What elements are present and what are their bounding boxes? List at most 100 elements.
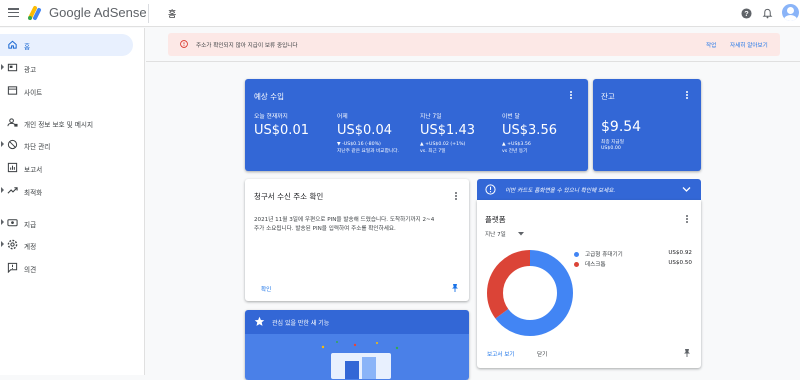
balance-card: 잔고 $9.54 최종 지급일 US$0.00 bbox=[593, 79, 701, 171]
chevron-down-icon[interactable] bbox=[682, 186, 691, 193]
earnings-card-title: 예상 수입 bbox=[254, 92, 284, 101]
expand-caret-icon[interactable] bbox=[1, 241, 4, 247]
date-range-dropdown[interactable]: 지난 7일 bbox=[485, 229, 530, 239]
sidebar-item-label: 계정 bbox=[24, 243, 37, 251]
adsense-logo-icon bbox=[28, 6, 41, 20]
star-icon bbox=[254, 316, 265, 326]
error-icon bbox=[180, 40, 188, 48]
help-icon[interactable]: ? bbox=[741, 8, 752, 19]
reports-icon bbox=[7, 162, 18, 173]
more-options-icon[interactable] bbox=[569, 91, 573, 102]
header-divider bbox=[148, 4, 149, 23]
platform-banner-text: 이번 카드도 홈화면을 수 있으니 확인해 보세요. bbox=[505, 188, 616, 194]
earnings-label: 지난 7일 bbox=[420, 114, 442, 120]
page-title: 홈 bbox=[168, 10, 177, 20]
earnings-label: 어제 bbox=[337, 114, 348, 120]
balance-value: $9.54 bbox=[601, 119, 642, 135]
sidebar-item-reports[interactable]: 보고서 bbox=[0, 157, 133, 179]
earnings-value: US$0.01 bbox=[254, 123, 309, 138]
account-settings-icon bbox=[7, 239, 18, 250]
last-payment-value: US$0.00 bbox=[601, 146, 621, 151]
more-options-icon[interactable] bbox=[685, 215, 689, 226]
earnings-label: 이번 달 bbox=[502, 114, 520, 120]
sidebar-item-privacy[interactable]: 개인 정보 보호 및 메시지 bbox=[0, 112, 133, 134]
privacy-icon bbox=[7, 118, 18, 127]
expand-caret-icon[interactable] bbox=[1, 187, 4, 193]
last-payment-label: 최종 지급일 bbox=[601, 140, 625, 145]
features-illustration-art bbox=[321, 341, 399, 379]
payments-icon bbox=[7, 219, 18, 227]
sidebar-item-label: 최적화 bbox=[24, 189, 43, 197]
sidebar-item-optimization[interactable]: 최적화 bbox=[0, 180, 133, 202]
pin-icon[interactable] bbox=[451, 283, 459, 292]
earnings-value: US$1.43 bbox=[420, 123, 475, 138]
platform-legend: 고급형 휴대기기 US$0.92 데스크톱 US$0.50 bbox=[574, 250, 692, 270]
alert-action-link[interactable]: 작업 bbox=[706, 41, 716, 49]
legend-item: 고급형 휴대기기 US$0.92 bbox=[574, 250, 692, 260]
content-divider bbox=[146, 61, 800, 62]
top-app-bar: Google AdSense 홈 ? bbox=[0, 0, 800, 27]
menu-icon[interactable] bbox=[8, 8, 19, 18]
legend-label: 데스크톱 bbox=[585, 262, 606, 268]
new-features-card: 관심 있을 만한 새 기능 bbox=[245, 310, 469, 380]
sidebar-item-label: 홈 bbox=[24, 43, 31, 51]
earnings-this-month: 이번 달 US$3.56 ▲ +US$3.56 vs 전년 동기 bbox=[502, 111, 587, 155]
sidebar-item-payments[interactable]: 지급 bbox=[0, 212, 133, 234]
address-card-title: 청구서 수신 주소 확인 bbox=[254, 192, 324, 201]
expand-caret-icon[interactable] bbox=[1, 141, 4, 147]
sidebar-item-label: 사이트 bbox=[24, 89, 43, 97]
alert-learn-more-link[interactable]: 자세히 알아보기 bbox=[730, 41, 768, 49]
sidebar-item-blocking[interactable]: 차단 관리 bbox=[0, 134, 133, 156]
product-name[interactable]: Google AdSense bbox=[49, 5, 147, 20]
features-illustration bbox=[245, 334, 469, 380]
pin-icon[interactable] bbox=[683, 348, 691, 357]
earnings-value: US$3.56 bbox=[502, 123, 557, 138]
payment-hold-alert: 주소가 확인되지 않아 지급이 보류 중입니다 작업 자세히 알아보기 bbox=[168, 33, 780, 56]
platform-info-banner[interactable]: 이번 카드도 홈화면을 수 있으니 확인해 보세요. bbox=[477, 179, 701, 200]
sidebar-item-ads[interactable]: 광고 bbox=[0, 57, 133, 79]
notifications-icon[interactable] bbox=[762, 8, 773, 19]
sidebar-item-label: 광고 bbox=[24, 66, 37, 74]
block-icon bbox=[7, 139, 18, 150]
sidebar-item-sites[interactable]: 사이트 bbox=[0, 80, 133, 102]
earnings-comparison: 지난주 같은 요일과 비교합니다. bbox=[337, 148, 400, 154]
more-options-icon[interactable] bbox=[685, 91, 689, 102]
legend-swatch bbox=[574, 251, 579, 257]
sidebar-item-label: 차단 관리 bbox=[24, 143, 51, 151]
earnings-value: US$0.04 bbox=[337, 123, 392, 138]
feedback-icon bbox=[7, 262, 18, 273]
sidebar-item-home[interactable]: 홈 bbox=[0, 34, 133, 56]
earnings-comparison: vs 전년 동기 bbox=[502, 148, 528, 154]
address-verification-card: 청구서 수신 주소 확인 2021년 11월 3일에 우편으로 PIN을 발송해… bbox=[245, 179, 469, 301]
more-options-icon[interactable] bbox=[454, 192, 458, 203]
sidebar-item-feedback[interactable]: 의견 bbox=[0, 257, 133, 279]
legend-value: US$0.50 bbox=[668, 260, 692, 266]
earnings-today: 오늘 현재까지 US$0.01 bbox=[254, 111, 339, 138]
legend-item: 데스크톱 US$0.50 bbox=[574, 260, 692, 270]
sites-icon bbox=[7, 86, 18, 95]
expand-caret-icon[interactable] bbox=[1, 219, 4, 225]
platform-donut-chart bbox=[487, 250, 573, 336]
address-card-body-line2: 주가 소요됩니다. 발송된 PIN을 입력하여 주소를 확인하세요. bbox=[254, 226, 396, 232]
confirm-address-link[interactable]: 확인 bbox=[261, 285, 271, 293]
ads-icon bbox=[7, 63, 18, 72]
alert-message: 주소가 확인되지 않아 지급이 보류 중입니다 bbox=[196, 43, 298, 49]
sidebar-item-label: 개인 정보 보호 및 메시지 bbox=[24, 121, 94, 129]
sidebar-item-account[interactable]: 계정 bbox=[0, 234, 133, 256]
view-report-link[interactable]: 보고서 보기 bbox=[487, 350, 515, 358]
home-icon bbox=[8, 40, 17, 49]
address-card-body-line1: 2021년 11월 3일에 우편으로 PIN을 발송해 드렸습니다. 도착하기까… bbox=[254, 217, 435, 223]
close-button[interactable]: 닫기 bbox=[537, 350, 547, 358]
account-avatar[interactable] bbox=[782, 4, 799, 21]
platform-card: 플랫폼 지난 7일 고급형 휴대기기 US$0.92 데스크톱 US$0.50 … bbox=[477, 200, 701, 368]
expand-caret-icon[interactable] bbox=[1, 64, 4, 70]
legend-value: US$0.92 bbox=[668, 250, 692, 256]
balance-card-title: 잔고 bbox=[601, 92, 615, 101]
earnings-comparison: vs. 최근 7일 bbox=[420, 148, 446, 154]
sidebar-item-label: 의견 bbox=[24, 266, 37, 274]
optimization-icon bbox=[7, 187, 18, 194]
earnings-last-7-days: 지난 7일 US$1.43 ▲ +US$0.02 (+1%) vs. 최근 7일 bbox=[420, 111, 505, 155]
date-range-label: 지난 7일 bbox=[485, 232, 506, 238]
earnings-label: 오늘 현재까지 bbox=[254, 114, 288, 120]
sidebar-item-label: 보고서 bbox=[24, 166, 43, 174]
